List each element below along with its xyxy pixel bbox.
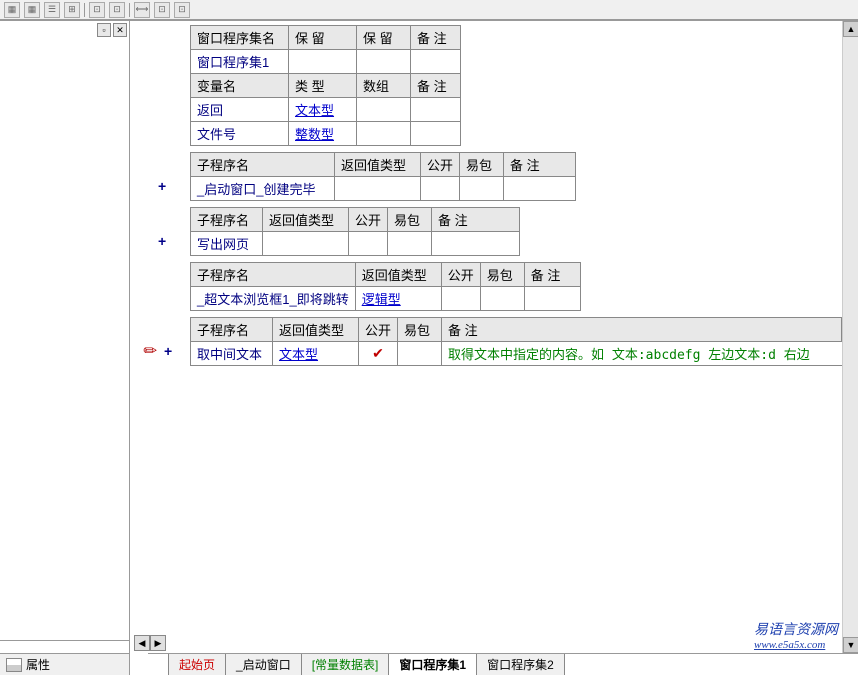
col-header: 备 注 [524,263,580,287]
toolbar-icon[interactable]: ⊡ [174,2,190,18]
top-toolbar: ▦ ▦ ☰ ⊞ ⊡ ⊡ ⟷ ⊡ ⊡ [0,0,858,20]
col-header: 备 注 [442,318,842,342]
var-type-link[interactable]: 文本型 [289,98,357,122]
properties-tab[interactable]: 属性 [0,653,129,675]
tab-start-page[interactable]: 起始页 [168,654,226,675]
table-header-row: 窗口程序集名 保 留 保 留 备 注 [191,26,461,50]
public-checkmark-icon[interactable]: ✔ [359,342,398,366]
subroutine-table-3: 子程序名 返回值类型 公开 易包 备 注 _超文本浏览框1_即将跳转 逻辑型 [190,262,581,311]
col-header: 公开 [359,318,398,342]
col-header: 公开 [441,263,480,287]
left-panel: ▫ ✕ 属性 [0,21,130,675]
table-row[interactable]: 文件号 整数型 [191,122,461,146]
toolbar-separator [129,3,130,17]
col-header: 变量名 [191,74,289,98]
program-set-name[interactable]: 窗口程序集1 [191,50,289,74]
col-header: 返回值类型 [273,318,359,342]
tab-const-table[interactable]: [常量数据表] [301,654,390,675]
col-header: 子程序名 [191,208,263,232]
tab-start-window[interactable]: _启动窗口 [225,654,302,675]
col-header: 返回值类型 [355,263,441,287]
toolbar-icon[interactable]: ▦ [24,2,40,18]
scroll-down-icon[interactable]: ▼ [843,637,858,653]
subroutine-table-4: 子程序名 返回值类型 公开 易包 备 注 取中间文本 文本型 ✔ 取得文本中指定… [190,317,842,366]
scroll-up-icon[interactable]: ▲ [843,21,858,37]
col-header: 子程序名 [191,318,273,342]
return-type-link[interactable]: 文本型 [273,342,359,366]
table-header-row: 变量名 类 型 数组 备 注 [191,74,461,98]
col-header: 公开 [421,153,460,177]
table-header-row: 子程序名 返回值类型 公开 易包 备 注 [191,263,581,287]
document-tabs: 起始页 _启动窗口 [常量数据表] 窗口程序集1 窗口程序集2 [148,653,858,675]
col-header: 数组 [357,74,411,98]
horizontal-scroll-nav: ◀ ▶ [134,635,166,651]
expand-plus-icon[interactable]: + [158,233,166,249]
col-header: 易包 [398,318,442,342]
col-header: 易包 [388,208,432,232]
table-header-row: 子程序名 返回值类型 公开 易包 备 注 [191,208,520,232]
properties-label: 属性 [26,656,50,673]
toolbar-icon[interactable]: ⊡ [89,2,105,18]
properties-icon [6,658,22,672]
expand-plus-icon[interactable]: + [164,343,172,359]
col-header: 子程序名 [191,153,335,177]
col-header: 易包 [460,153,504,177]
toolbar-icon[interactable]: ⟷ [134,2,150,18]
panel-minimize-icon[interactable]: ▫ [97,23,111,37]
remark-text[interactable]: 取得文本中指定的内容。如 文本:abcdefg 左边文本:d 右边 [442,342,842,366]
scroll-right-icon[interactable]: ▶ [150,635,166,651]
toolbar-separator [84,3,85,17]
col-header: 保 留 [357,26,411,50]
tab-program-set-2[interactable]: 窗口程序集2 [476,654,565,675]
col-header: 返回值类型 [263,208,349,232]
var-name[interactable]: 返回 [191,98,289,122]
col-header: 备 注 [432,208,520,232]
col-header: 保 留 [289,26,357,50]
vertical-scrollbar[interactable]: ▲ ▼ [842,21,858,653]
sub-name[interactable]: 取中间文本 [191,342,273,366]
expand-plus-icon[interactable]: + [158,178,166,194]
table-row[interactable]: 返回 文本型 [191,98,461,122]
table-header-row: 子程序名 返回值类型 公开 易包 备 注 [191,318,842,342]
col-header: 备 注 [504,153,576,177]
col-header: 公开 [349,208,388,232]
var-name[interactable]: 文件号 [191,122,289,146]
scroll-left-icon[interactable]: ◀ [134,635,150,651]
toolbar-icon[interactable]: ☰ [44,2,60,18]
subroutine-table-2: 子程序名 返回值类型 公开 易包 备 注 写出网页 [190,207,520,256]
table-row[interactable]: _启动窗口_创建完毕 [191,177,576,201]
toolbar-icon[interactable]: ⊡ [154,2,170,18]
col-header: 易包 [480,263,524,287]
watermark: 易语言资源网 www.e5a5x.com [754,619,838,651]
table-row[interactable]: 窗口程序集1 [191,50,461,74]
tab-program-set-1[interactable]: 窗口程序集1 [388,654,477,675]
toolbar-icon[interactable]: ⊡ [109,2,125,18]
toolbar-icon[interactable]: ⊞ [64,2,80,18]
sub-name[interactable]: 写出网页 [191,232,263,256]
watermark-url: www.e5a5x.com [754,639,838,651]
table-row[interactable]: 取中间文本 文本型 ✔ 取得文本中指定的内容。如 文本:abcdefg 左边文本… [191,342,842,366]
code-editor-area: 窗口程序集名 保 留 保 留 备 注 窗口程序集1 变量名 类 型 数组 备 注 [130,21,858,675]
table-header-row: 子程序名 返回值类型 公开 易包 备 注 [191,153,576,177]
program-set-table: 窗口程序集名 保 留 保 留 备 注 窗口程序集1 变量名 类 型 数组 备 注 [190,25,461,146]
col-header: 备 注 [411,74,461,98]
col-header: 备 注 [411,26,461,50]
col-header: 窗口程序集名 [191,26,289,50]
var-type-link[interactable]: 整数型 [289,122,357,146]
panel-close-icon[interactable]: ✕ [113,23,127,37]
table-row[interactable]: _超文本浏览框1_即将跳转 逻辑型 [191,287,581,311]
col-header: 类 型 [289,74,357,98]
col-header: 返回值类型 [335,153,421,177]
col-header: 子程序名 [191,263,356,287]
edit-pencil-icon: ✎ [139,339,163,363]
sub-name[interactable]: _超文本浏览框1_即将跳转 [191,287,356,311]
sub-name[interactable]: _启动窗口_创建完毕 [191,177,335,201]
toolbar-icon[interactable]: ▦ [4,2,20,18]
table-row[interactable]: 写出网页 [191,232,520,256]
watermark-text: 易语言资源网 [754,623,838,638]
return-type-link[interactable]: 逻辑型 [355,287,441,311]
subroutine-table-1: 子程序名 返回值类型 公开 易包 备 注 _启动窗口_创建完毕 [190,152,576,201]
